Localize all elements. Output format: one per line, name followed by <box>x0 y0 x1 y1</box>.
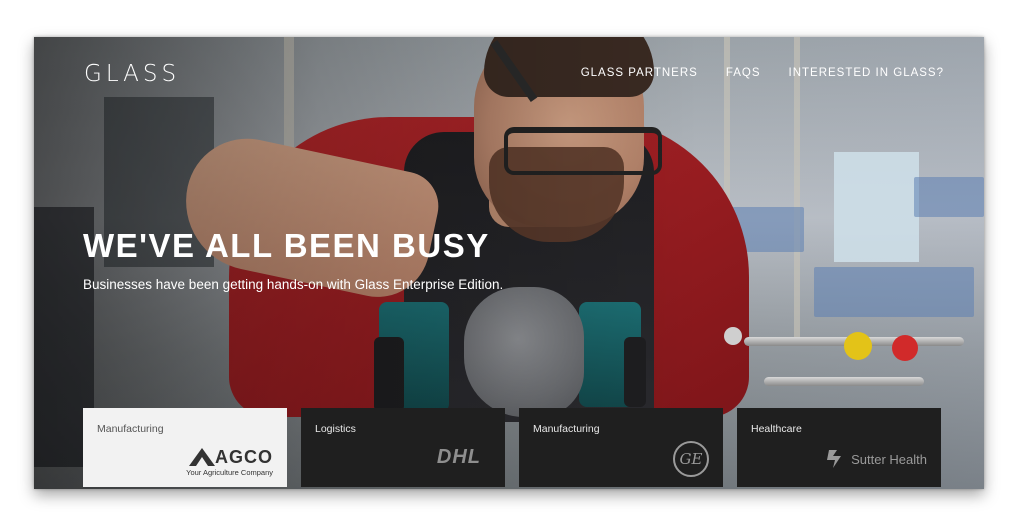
card-category: Manufacturing <box>97 423 164 435</box>
ge-logo-icon: GE <box>673 441 709 477</box>
partner-card-ge[interactable]: Manufacturing GE <box>519 408 723 487</box>
dhl-logo-icon: DHL <box>426 446 491 469</box>
hero-title: WE'VE ALL BEEN BUSY <box>83 227 490 264</box>
card-category: Logistics <box>315 423 356 435</box>
sutter-health-logo-icon: Sutter Health <box>823 447 927 471</box>
hero-subtitle: Businesses have been getting hands-on wi… <box>83 277 504 292</box>
nav-glass-partners[interactable]: GLASS PARTNERS <box>581 67 698 79</box>
nav-interested-in-glass[interactable]: INTERESTED IN GLASS? <box>789 67 944 79</box>
glass-logo[interactable]: GLASS <box>84 61 180 87</box>
hero-frame: GLASS GLASS PARTNERS FAQS INTERESTED IN … <box>34 37 984 489</box>
agco-logo-icon: AGCO Your Agriculture Company <box>186 447 273 477</box>
card-category: Manufacturing <box>533 423 600 435</box>
card-category: Healthcare <box>751 423 802 435</box>
partner-card-agco[interactable]: Manufacturing AGCO Your Agriculture Comp… <box>83 408 287 487</box>
top-nav: GLASS PARTNERS FAQS INTERESTED IN GLASS? <box>581 67 944 79</box>
partner-card-sutter-health[interactable]: Healthcare Sutter Health <box>737 408 941 487</box>
partner-card-dhl[interactable]: Logistics DHL <box>301 408 505 487</box>
nav-faqs[interactable]: FAQS <box>726 67 761 79</box>
